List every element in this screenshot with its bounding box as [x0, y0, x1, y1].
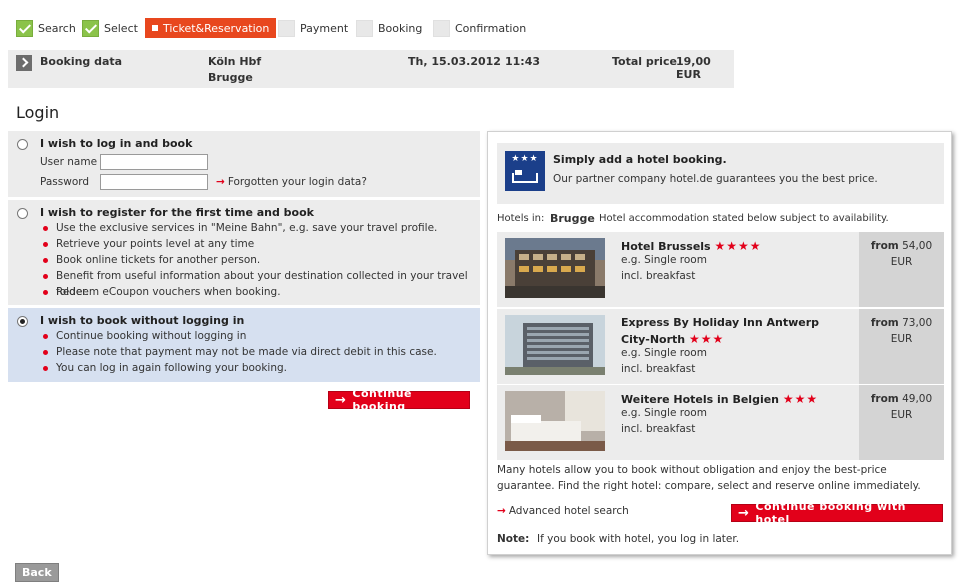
hotel-room-type: e.g. Single room: [621, 347, 707, 359]
forgot-login-link[interactable]: → Forgotten your login data?: [216, 176, 367, 188]
hotel-breakfast: incl. breakfast: [621, 270, 696, 282]
hotel-subline: Our partner company hotel.de guarantees …: [553, 173, 878, 185]
hotel-row[interactable]: Weitere Hotels in Belgien ★★★ e.g. Singl…: [497, 385, 944, 460]
list-item: Continue booking without logging in: [40, 328, 437, 344]
total-price-label: Total price: [612, 55, 677, 68]
star-rating-icon: ★★★★: [714, 239, 762, 253]
list-item: Retrieve your points level at any time: [40, 236, 480, 252]
password-input[interactable]: [100, 174, 208, 190]
arrow-right-icon: →: [738, 505, 750, 521]
step-select[interactable]: Select: [82, 18, 138, 38]
hotel-offer-panel: ★★★ Simply add a hotel booking. Our part…: [487, 131, 952, 555]
hotel-row[interactable]: Hotel Brussels ★★★★ e.g. Single room inc…: [497, 232, 944, 307]
advanced-hotel-search-text: Advanced hotel search: [508, 505, 629, 517]
hotel-photo: [505, 391, 605, 451]
hotel-room-type: e.g. Single room: [621, 407, 707, 419]
step-label: Search: [38, 21, 76, 35]
option-guest-title: I wish to book without logging in: [40, 314, 245, 327]
arrow-right-icon: →: [216, 176, 225, 188]
hotel-price: from 54,00 EUR: [859, 232, 944, 307]
password-label: Password: [40, 176, 90, 188]
hotel-photo: [505, 315, 605, 375]
register-benefits-list: Use the exclusive services in "Meine Bah…: [40, 220, 480, 300]
username-label: User name: [40, 156, 98, 168]
continue-hotel-label: Continue booking with hotel: [755, 500, 906, 526]
option-login-title: I wish to log in and book: [40, 137, 193, 150]
pending-step-icon: [356, 19, 373, 37]
booking-from: Köln Hbf: [208, 55, 262, 68]
hotel-city: Brugge: [550, 212, 595, 225]
step-confirmation: Confirmation: [433, 18, 526, 38]
note-label: Note:: [497, 533, 530, 545]
option-register-panel: I wish to register for the first time an…: [8, 200, 480, 305]
hotel-room-type: e.g. Single room: [621, 254, 707, 266]
option-register-title: I wish to register for the first time an…: [40, 206, 314, 219]
radio-register[interactable]: [17, 208, 28, 219]
note-text: If you book with hotel, you log in later…: [537, 533, 740, 545]
expand-arrow-icon[interactable]: [16, 55, 32, 71]
advanced-hotel-search-link[interactable]: → Advanced hotel search: [497, 505, 629, 517]
hotel-photo: [505, 238, 605, 298]
hotel-breakfast: incl. breakfast: [621, 423, 696, 435]
list-item: Use the exclusive services in "Meine Bah…: [40, 220, 480, 236]
forgot-login-link-text: Forgotten your login data?: [227, 176, 367, 188]
hotel-name[interactable]: Express By Holiday Inn Antwerp City-Nort…: [621, 315, 841, 348]
radio-login[interactable]: [17, 139, 28, 150]
list-item: Benefit from useful information about yo…: [40, 268, 480, 298]
pending-step-icon: [433, 19, 450, 37]
page-title: Login: [16, 103, 60, 122]
step-label: Ticket&Reservation: [163, 21, 270, 35]
active-step-icon: [152, 25, 158, 31]
hotel-name[interactable]: Weitere Hotels in Belgien ★★★: [621, 391, 841, 408]
list-item: Redeem eCoupon vouchers when booking.: [40, 284, 480, 300]
booking-data-bar: Booking data Köln Hbf Brugge Th, 15.03.2…: [8, 50, 734, 88]
step-label: Payment: [300, 21, 349, 35]
hotel-name[interactable]: Hotel Brussels ★★★★: [621, 238, 841, 255]
booking-data-label: Booking data: [40, 55, 123, 68]
total-price-value: 19,00 EUR: [676, 55, 711, 81]
booking-date: Th, 15.03.2012: [408, 55, 501, 68]
booking-to: Brugge: [208, 71, 253, 84]
arrow-right-icon: →: [335, 392, 347, 408]
step-ticket-reservation: Ticket&Reservation: [145, 18, 277, 38]
list-item: You can log in again following your book…: [40, 360, 437, 376]
option-guest-panel: I wish to book without logging in Contin…: [8, 308, 480, 382]
radio-guest[interactable]: [17, 316, 28, 327]
hotel-price: from 49,00 EUR: [859, 385, 944, 460]
checkmark-icon: [16, 19, 33, 37]
continue-booking-with-hotel-button[interactable]: → Continue booking with hotel: [731, 500, 943, 526]
guest-info-list: Continue booking without logging in Plea…: [40, 328, 437, 376]
username-input[interactable]: [100, 154, 208, 170]
step-label: Select: [104, 21, 138, 35]
step-label: Confirmation: [455, 21, 527, 35]
continue-booking-label: Continue booking: [352, 387, 413, 413]
list-item: Book online tickets for another person.: [40, 252, 480, 268]
booking-time: 11:43: [505, 55, 541, 68]
hotel-header: ★★★ Simply add a hotel booking. Our part…: [497, 143, 944, 204]
hotel-row[interactable]: Express By Holiday Inn Antwerp City-Nort…: [497, 309, 944, 384]
back-button[interactable]: Back: [15, 563, 59, 582]
hotel-info-text: Many hotels allow you to book without ob…: [497, 464, 921, 492]
continue-booking-button[interactable]: → Continue booking: [328, 387, 470, 413]
hotel-headline: Simply add a hotel booking.: [553, 153, 727, 166]
availability-note: Hotel accommodation stated below subject…: [599, 213, 889, 224]
step-booking: Booking: [356, 18, 422, 38]
hotel-breakfast: incl. breakfast: [621, 363, 696, 375]
star-rating-icon: ★★★: [782, 392, 819, 406]
hotels-in-label: Hotels in:: [497, 213, 545, 224]
arrow-right-icon: →: [497, 505, 506, 517]
step-search[interactable]: Search: [16, 18, 76, 38]
list-item: Please note that payment may not be made…: [40, 344, 437, 360]
option-login-panel: I wish to log in and book User name Pass…: [8, 131, 480, 197]
hotel-price: from 73,00 EUR: [859, 309, 944, 384]
pending-step-icon: [278, 19, 295, 37]
checkmark-icon: [82, 19, 99, 37]
hotel-bed-icon: ★★★: [505, 151, 545, 191]
step-label: Booking: [378, 21, 423, 35]
star-rating-icon: ★★★: [688, 332, 725, 346]
step-payment: Payment: [278, 18, 348, 38]
